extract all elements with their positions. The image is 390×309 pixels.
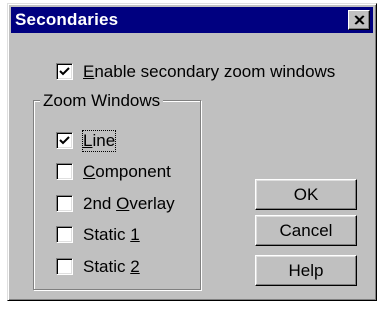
- static-1-label: Static 1: [83, 225, 140, 244]
- cancel-button[interactable]: Cancel: [255, 215, 357, 246]
- component-checkbox[interactable]: [56, 163, 73, 180]
- dialog-title: Secondaries: [15, 10, 119, 29]
- static-1-checkbox[interactable]: [56, 226, 73, 243]
- zoom-option-component-row[interactable]: Component: [56, 161, 196, 183]
- component-label: Component: [83, 162, 171, 181]
- close-icon: [354, 15, 365, 25]
- zoom-option-static-2-row[interactable]: Static 2: [56, 256, 196, 278]
- enable-secondary-checkbox-row[interactable]: Enable secondary zoom windows: [56, 61, 356, 83]
- enable-secondary-checkbox[interactable]: [56, 63, 73, 80]
- 2nd-overlay-label: 2nd Overlay: [83, 194, 175, 213]
- zoom-option-static-1-row[interactable]: Static 1: [56, 224, 196, 246]
- checkmark-icon: [59, 136, 70, 145]
- zoom-option-line-row[interactable]: Line: [56, 130, 196, 152]
- line-label: Line: [81, 130, 117, 152]
- static-2-label: Static 2: [83, 257, 140, 276]
- zoom-windows-group-title: Zoom Windows: [40, 91, 164, 111]
- close-button[interactable]: [348, 10, 370, 30]
- checkmark-icon: [59, 67, 70, 76]
- zoom-option-2nd-overlay-row[interactable]: 2nd Overlay: [56, 193, 196, 215]
- help-button[interactable]: Help: [255, 255, 357, 286]
- enable-secondary-label: Enable secondary zoom windows: [83, 62, 336, 81]
- ok-button[interactable]: OK: [255, 179, 357, 210]
- static-2-checkbox[interactable]: [56, 258, 73, 275]
- title-bar[interactable]: Secondaries: [11, 7, 373, 33]
- 2nd-overlay-checkbox[interactable]: [56, 195, 73, 212]
- line-checkbox[interactable]: [56, 132, 73, 149]
